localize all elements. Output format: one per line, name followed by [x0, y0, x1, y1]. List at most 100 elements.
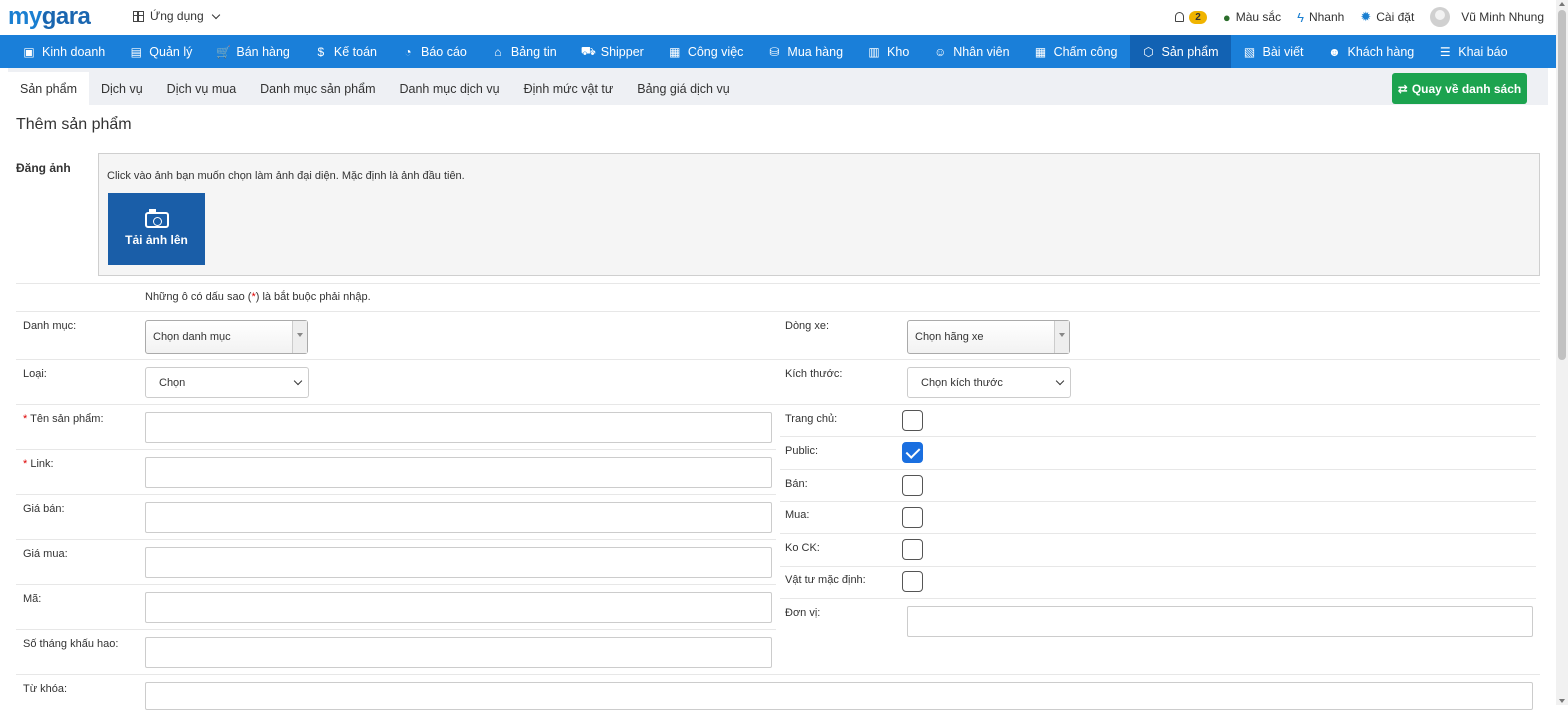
nav-item-label: Bảng tin: [510, 44, 557, 59]
logo[interactable]: mygara: [8, 3, 91, 31]
divider: [16, 584, 776, 585]
scrollbar-thumb[interactable]: [1558, 10, 1566, 360]
required-star: *: [23, 458, 28, 470]
buy-checkbox[interactable]: [902, 507, 923, 528]
tab[interactable]: Bảng giá dịch vụ: [625, 72, 741, 105]
main-nav: ▣ Kinh doanh ▤ Quản lý 🛒 Bán hàng $ Kế toán ◔ Báo…: [0, 35, 1556, 68]
public-label: Public:: [785, 445, 819, 457]
nav-item-label: Báo cáo: [420, 44, 467, 59]
nav-item[interactable]: ▣ Kinh doanh: [10, 35, 117, 68]
settings-button[interactable]: ✹ Cài đặt: [1360, 9, 1414, 25]
apps-menu[interactable]: Ứng dụng: [133, 9, 220, 23]
upload-hint: Click vào ảnh bạn muốn chọn làm ảnh đại …: [107, 170, 465, 182]
home-label: Trang chủ:: [785, 413, 838, 425]
tab[interactable]: Dịch vụ: [89, 72, 155, 105]
user-menu[interactable]: Vũ Minh Nhung: [1430, 7, 1544, 27]
default-material-checkbox[interactable]: [902, 571, 923, 592]
buy-price-input[interactable]: [145, 547, 772, 578]
nav-icon: ⛁: [769, 44, 780, 59]
nav-item[interactable]: ▦ Công việc: [656, 35, 756, 68]
color-button[interactable]: ● Màu sắc: [1223, 10, 1281, 25]
apps-label: Ứng dụng: [150, 9, 204, 23]
nav-item[interactable]: ◔ Báo cáo: [389, 35, 479, 68]
color-label: Màu sắc: [1235, 10, 1282, 24]
home-checkbox[interactable]: [902, 410, 923, 431]
nav-item-label: Mua hàng: [787, 44, 844, 59]
buy-price-label: Giá mua:: [23, 548, 68, 560]
tab[interactable]: Danh mục dịch vụ: [388, 72, 512, 105]
divider: [16, 311, 1540, 312]
depreciation-label: Số tháng khấu hao:: [23, 638, 119, 650]
code-input[interactable]: [145, 592, 772, 623]
category-select[interactable]: Chọn danh mục: [145, 320, 308, 354]
nav-icon: ☰: [1439, 44, 1451, 59]
nav-item[interactable]: ⛁ Mua hàng: [755, 35, 855, 68]
depreciation-input[interactable]: [145, 637, 772, 668]
type-select[interactable]: Chọn: [145, 367, 309, 398]
divider: [780, 501, 1536, 502]
upload-area: Click vào ảnh bạn muốn chọn làm ảnh đại …: [98, 153, 1540, 276]
nav-item[interactable]: ☺ Nhân viên: [921, 35, 1021, 68]
nav-icon: ▦: [669, 44, 681, 59]
sell-checkbox[interactable]: [902, 475, 923, 496]
nav-item[interactable]: ⌂ Bảng tin: [479, 35, 569, 68]
chevron-down-icon: [1055, 376, 1065, 386]
nav-item[interactable]: 🛒 Bán hàng: [204, 35, 302, 68]
nav-icon: ▥: [868, 44, 880, 59]
scroll-down-icon[interactable]: [1559, 699, 1565, 703]
link-input[interactable]: [145, 457, 772, 488]
category-value: Chọn danh mục: [153, 331, 231, 343]
page-scrollbar[interactable]: [1556, 0, 1568, 705]
user-name: Vũ Minh Nhung: [1461, 10, 1544, 24]
nav-item-label: Bài viết: [1262, 44, 1304, 59]
keyword-input[interactable]: [145, 682, 1533, 710]
back-to-list-label: Quay về danh sách: [1411, 81, 1522, 96]
nav-item[interactable]: ☰ Khai báo: [1426, 35, 1519, 68]
divider: [780, 469, 1536, 470]
nav-item-label: Khách hàng: [1347, 44, 1415, 59]
divider: [16, 449, 776, 450]
nav-item[interactable]: ▤ Quản lý: [117, 35, 204, 68]
type-label: Loại:: [23, 368, 47, 380]
tab[interactable]: Dịch vụ mua: [155, 72, 248, 105]
notifications-button[interactable]: 2: [1175, 10, 1207, 24]
no-ck-checkbox[interactable]: [902, 539, 923, 560]
nav-item-label: Công việc: [687, 44, 744, 59]
keyword-label: Từ khóa:: [23, 683, 68, 695]
car-line-select[interactable]: Chọn hãng xe: [907, 320, 1070, 354]
size-select[interactable]: Chọn kích thước: [907, 367, 1071, 398]
nav-icon: 🛒: [216, 44, 232, 59]
tab[interactable]: Sản phẩm: [8, 72, 89, 105]
tab[interactable]: Danh mục sản phẩm: [248, 72, 387, 105]
grid-icon: [133, 10, 144, 22]
quick-button[interactable]: ϟ Nhanh: [1297, 10, 1344, 25]
nav-item[interactable]: ⛟ Shipper: [569, 35, 656, 68]
divider: [16, 359, 1540, 360]
upload-image-button[interactable]: Tải ảnh lên: [108, 193, 205, 265]
nav-item[interactable]: $ Kế toán: [302, 35, 389, 68]
nav-item[interactable]: ▧ Bài viết: [1231, 35, 1316, 68]
sub-tabs: Sản phẩm Dịch vụ Dịch vụ mua Danh mục sản p…: [8, 68, 1548, 105]
page-title: Thêm sản phẩm: [16, 116, 132, 133]
sell-price-input[interactable]: [145, 502, 772, 533]
nav-icon: ▦: [1034, 44, 1047, 59]
dropdown-arrow-icon: [292, 321, 307, 353]
nav-item[interactable]: ▥ Kho: [855, 35, 921, 68]
divider: [780, 533, 1536, 534]
divider: [16, 494, 776, 495]
nav-item[interactable]: ⬡ Sản phẩm: [1129, 35, 1231, 68]
unit-input[interactable]: [907, 606, 1533, 637]
upload-button-label: Tải ảnh lên: [125, 232, 188, 247]
nav-item[interactable]: ☻ Khách hàng: [1316, 35, 1427, 68]
scroll-up-icon[interactable]: [1559, 2, 1565, 6]
code-label: Mã:: [23, 593, 42, 605]
back-to-list-button[interactable]: ⇄ Quay về danh sách: [1392, 73, 1527, 104]
public-checkbox[interactable]: [902, 442, 923, 463]
product-name-input[interactable]: [145, 412, 772, 443]
bolt-icon: ϟ: [1297, 9, 1304, 25]
nav-item[interactable]: ▦ Chấm công: [1022, 35, 1130, 68]
no-ck-label: Ko CK:: [785, 542, 820, 554]
logo-my: my: [8, 3, 42, 30]
nav-item-label: Bán hàng: [236, 44, 290, 59]
tab[interactable]: Định mức vật tư: [512, 72, 626, 105]
